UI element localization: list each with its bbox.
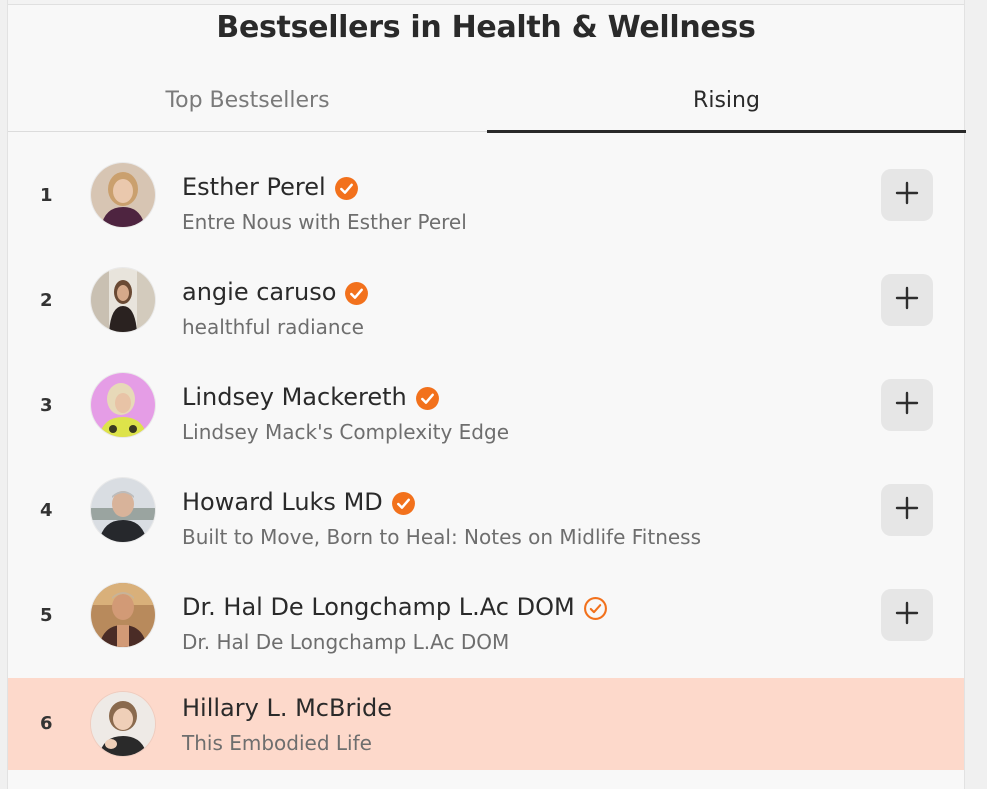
rank-number: 2: [40, 290, 53, 311]
verified-outline-icon: [583, 596, 608, 621]
subscribe-button[interactable]: [881, 484, 933, 536]
avatar[interactable]: [91, 478, 155, 542]
bestsellers-panel: Bestsellers in Health & Wellness Top Bes…: [7, 0, 966, 789]
verified-icon: [391, 491, 416, 516]
creator-name[interactable]: Esther Perel: [182, 173, 326, 201]
avatar[interactable]: [91, 268, 155, 332]
rank-number: 3: [40, 395, 53, 416]
plus-icon: [894, 285, 920, 315]
verified-icon: [334, 176, 359, 201]
publication-name[interactable]: Lindsey Mack's Complexity Edge: [182, 420, 509, 444]
avatar[interactable]: [91, 583, 155, 647]
subscribe-button[interactable]: [881, 169, 933, 221]
avatar[interactable]: [91, 163, 155, 227]
creator-name[interactable]: Howard Luks MD: [182, 488, 383, 516]
creator-name[interactable]: Hillary L. McBride: [182, 694, 392, 722]
page-title: Bestsellers in Health & Wellness: [216, 10, 756, 45]
plus-icon: [894, 180, 920, 210]
list-item-highlighted[interactable]: 6 Hillary L. McBride This Embodied Life: [8, 678, 964, 770]
subscribe-button[interactable]: [881, 589, 933, 641]
rank-number: 1: [40, 185, 53, 206]
list-item[interactable]: 5 Dr. Hal De Longchamp L.Ac DOM Dr. Hal …: [8, 563, 964, 668]
tab-top-bestsellers[interactable]: Top Bestsellers: [8, 72, 487, 131]
plus-icon: [894, 390, 920, 420]
publication-name[interactable]: Entre Nous with Esther Perel: [182, 210, 467, 234]
publication-name[interactable]: healthful radiance: [182, 315, 364, 339]
creator-name-row[interactable]: Dr. Hal De Longchamp L.Ac DOM: [182, 593, 608, 621]
creator-name-row[interactable]: Lindsey Mackereth: [182, 383, 440, 411]
tab-rising[interactable]: Rising: [487, 72, 966, 133]
plus-icon: [894, 600, 920, 630]
creator-name-row[interactable]: Esther Perel: [182, 173, 359, 201]
avatar[interactable]: [91, 692, 155, 756]
subscribe-button[interactable]: [881, 379, 933, 431]
rank-number: 5: [40, 605, 53, 626]
rank-number: 6: [40, 713, 53, 734]
list-item[interactable]: 3 Lindsey Mackereth Lindsey Mack's Compl…: [8, 353, 964, 458]
verified-icon: [344, 281, 369, 306]
subscribe-button[interactable]: [881, 274, 933, 326]
creator-name[interactable]: Lindsey Mackereth: [182, 383, 407, 411]
creator-name-row[interactable]: angie caruso: [182, 278, 369, 306]
avatar[interactable]: [91, 373, 155, 437]
creator-name[interactable]: Dr. Hal De Longchamp L.Ac DOM: [182, 593, 575, 621]
verified-icon: [415, 386, 440, 411]
rank-number: 4: [40, 500, 53, 521]
tab-bar: Top Bestsellers Rising: [8, 72, 966, 133]
creator-name[interactable]: angie caruso: [182, 278, 336, 306]
top-border: [8, 0, 964, 5]
list-item[interactable]: 2 angie caruso healthful radiance: [8, 248, 964, 353]
list-item[interactable]: 4 Howard Luks MD Built to Move, Born to …: [8, 458, 964, 563]
publication-name[interactable]: Dr. Hal De Longchamp L.Ac DOM: [182, 630, 509, 654]
creator-name-row[interactable]: Howard Luks MD: [182, 488, 416, 516]
publication-name[interactable]: Built to Move, Born to Heal: Notes on Mi…: [182, 525, 701, 549]
publication-name[interactable]: This Embodied Life: [182, 731, 372, 755]
plus-icon: [894, 495, 920, 525]
list-item[interactable]: 1 Esther Perel Entre Nous with Esther Pe…: [8, 143, 964, 248]
